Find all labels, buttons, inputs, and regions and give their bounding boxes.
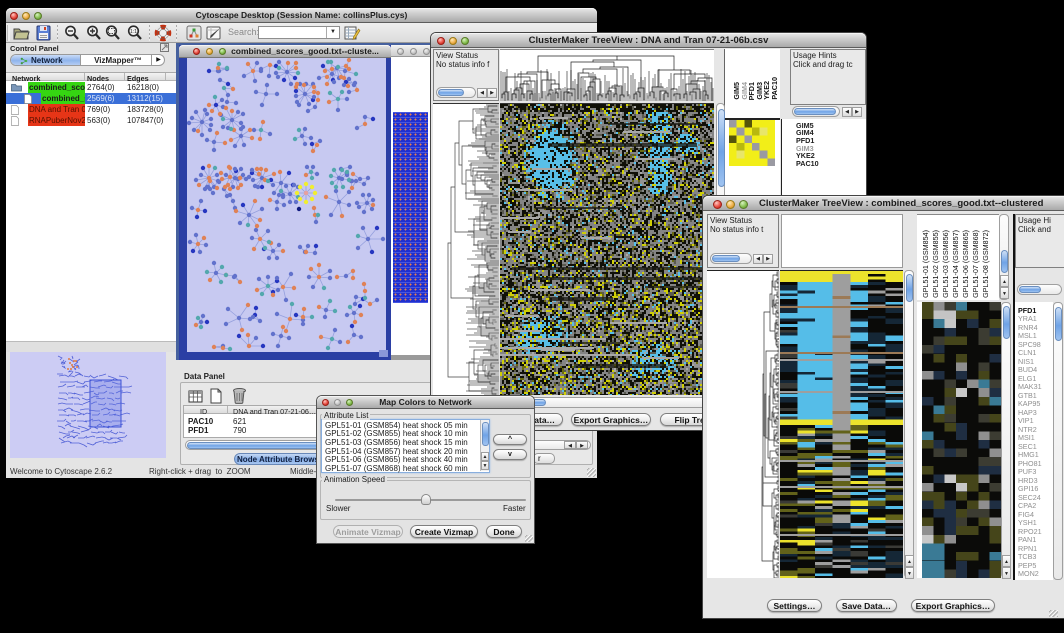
svg-text:1:1: 1:1: [130, 29, 137, 35]
